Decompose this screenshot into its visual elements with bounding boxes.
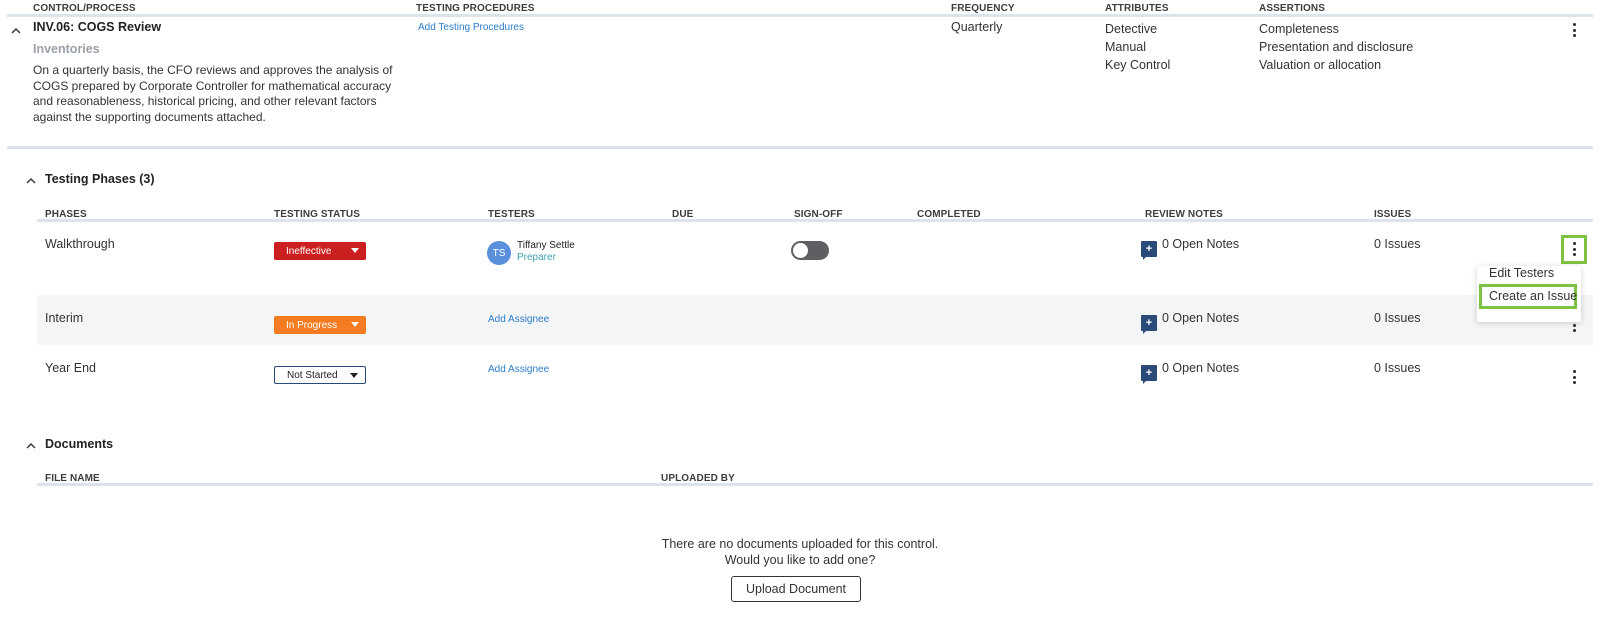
sign-off-toggle[interactable]	[791, 241, 829, 260]
toggle-knob	[793, 243, 808, 258]
documents-title: Documents	[45, 437, 114, 451]
testing-status-dropdown[interactable]: In Progress	[274, 316, 366, 334]
header-assertions: ASSERTIONS	[1259, 3, 1326, 14]
documents-empty-message: There are no documents uploaded for this…	[661, 537, 939, 551]
open-notes[interactable]: 0 Open Notes	[1162, 237, 1239, 251]
control-more-kebab-icon[interactable]	[1566, 21, 1582, 39]
control-divider	[7, 146, 1593, 149]
control-frequency: Quarterly	[951, 20, 1003, 34]
header-frequency: FREQUENCY	[951, 3, 1015, 14]
description-line: and reasonableness, historical pricing, …	[33, 94, 377, 108]
control-title: INV.06: COGS Review	[33, 20, 162, 34]
upload-document-button[interactable]: Upload Document	[731, 576, 861, 602]
row-more-kebab-icon[interactable]	[1566, 368, 1582, 386]
header-testing-procedures: TESTING PROCEDURES	[416, 3, 535, 14]
testing-status-dropdown[interactable]: Ineffective	[274, 242, 366, 260]
testing-status-dropdown[interactable]: Not Started	[274, 366, 366, 384]
menu-item-edit-testers[interactable]: Edit Testers	[1489, 266, 1554, 280]
assertion-item: Valuation or allocation	[1259, 58, 1382, 72]
header-control-process: CONTROL/PROCESS	[33, 3, 136, 14]
issues-count[interactable]: 0 Issues	[1374, 237, 1421, 251]
control-attributes: Detective Manual Key Control	[1105, 20, 1170, 74]
add-testing-procedures-link[interactable]: Add Testing Procedures	[418, 22, 524, 33]
phase-name: Walkthrough	[45, 237, 115, 251]
row-more-kebab-icon[interactable]	[1566, 240, 1582, 258]
note-plus-icon[interactable]: +	[1141, 241, 1157, 260]
menu-item-create-issue[interactable]: Create an Issue	[1489, 289, 1577, 303]
open-notes[interactable]: 0 Open Notes	[1162, 361, 1239, 375]
note-plus-icon[interactable]: +	[1141, 315, 1157, 334]
tester-role: Preparer	[517, 252, 556, 263]
collapse-documents-chevron-up-icon[interactable]	[24, 438, 38, 452]
attribute-item: Manual	[1105, 40, 1146, 54]
description-line: against the supporting documents attache…	[33, 109, 266, 124]
issues-count[interactable]: 0 Issues	[1374, 361, 1421, 375]
documents-empty-prompt: Would you like to add one?	[724, 553, 876, 567]
description-line: COGS prepared by Corporate Controller fo…	[33, 78, 392, 93]
status-label: Not Started	[287, 369, 338, 381]
collapse-phases-chevron-up-icon[interactable]	[24, 173, 38, 187]
avatar: TS	[487, 241, 511, 265]
control-description: On a quarterly basis, the CFO reviews an…	[33, 63, 413, 125]
add-assignee-link[interactable]: Add Assignee	[488, 314, 549, 325]
attribute-item: Detective	[1105, 22, 1158, 36]
control-process: Inventories	[33, 42, 100, 56]
description-line: On a quarterly basis, the CFO reviews an…	[33, 63, 393, 77]
open-notes[interactable]: 0 Open Notes	[1162, 311, 1239, 325]
add-assignee-link[interactable]: Add Assignee	[488, 364, 549, 375]
status-label: In Progress	[286, 319, 338, 331]
table-row	[37, 295, 1593, 345]
collapse-control-chevron-up-icon[interactable]	[9, 23, 23, 37]
assertion-item: Presentation and disclosure	[1259, 40, 1414, 54]
note-plus-icon[interactable]: +	[1141, 365, 1157, 384]
testing-phases-title: Testing Phases (3)	[45, 172, 155, 186]
caret-down-icon	[351, 248, 359, 253]
status-label: Ineffective	[286, 245, 332, 257]
phase-name: Year End	[45, 361, 96, 375]
header-attributes: ATTRIBUTES	[1105, 3, 1169, 14]
assertion-item: Completeness	[1259, 22, 1339, 36]
caret-down-icon	[351, 322, 359, 327]
tester-name: Tiffany Settle	[517, 240, 575, 251]
caret-down-icon	[350, 373, 358, 378]
documents-header-divider	[37, 483, 1593, 486]
control-assertions: Completeness Presentation and disclosure…	[1259, 20, 1413, 74]
attribute-item: Key Control	[1105, 58, 1171, 72]
phase-name: Interim	[45, 311, 84, 325]
header-divider	[7, 14, 1593, 17]
issues-count[interactable]: 0 Issues	[1374, 311, 1421, 325]
